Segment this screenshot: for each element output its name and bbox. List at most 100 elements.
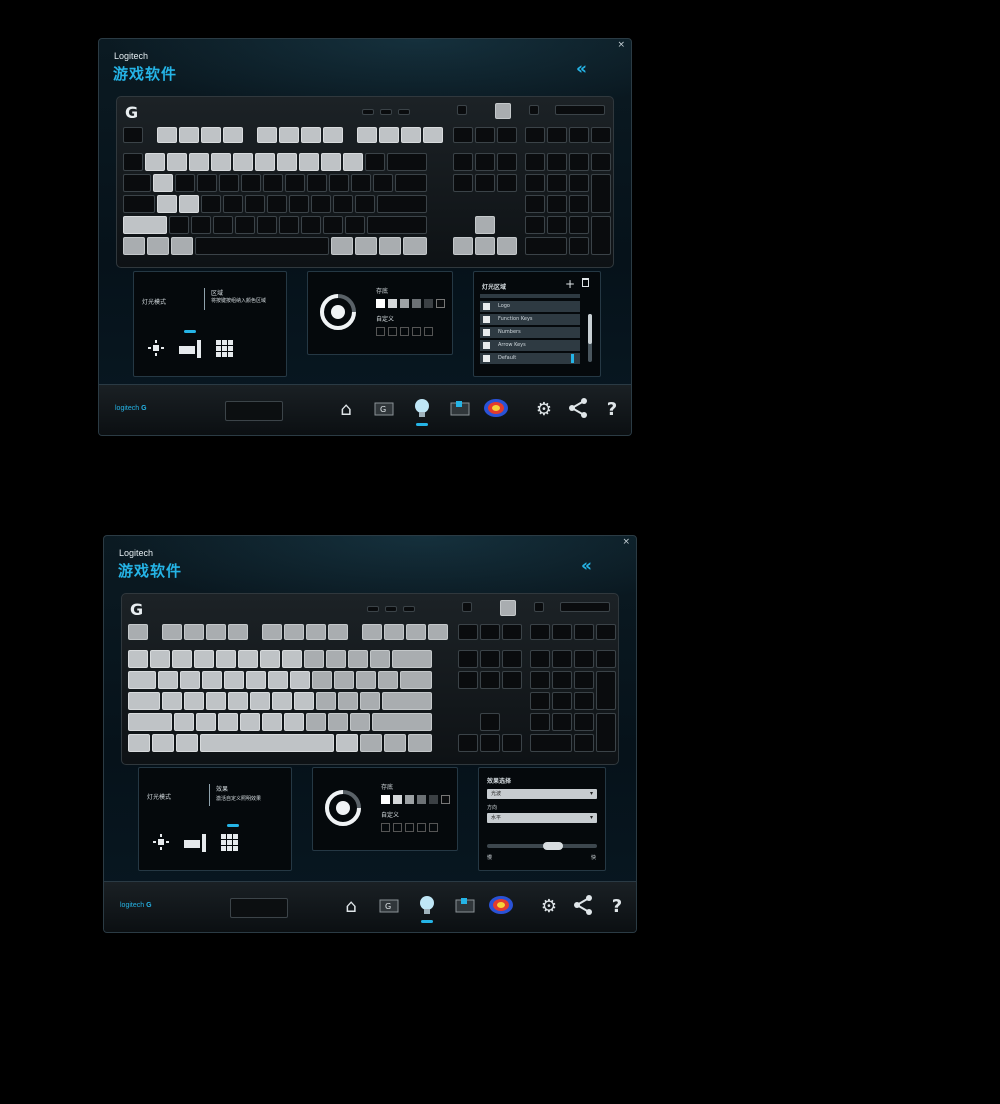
keyboard-key[interactable] <box>379 237 401 255</box>
help-icon[interactable]: ? <box>599 397 625 423</box>
keyboard-key[interactable] <box>569 127 589 143</box>
keyboard-key[interactable] <box>250 692 270 710</box>
color-swatch[interactable] <box>412 299 421 308</box>
keyboard-key[interactable] <box>157 195 177 213</box>
keyboard-key[interactable] <box>574 713 594 731</box>
keyboard-key[interactable] <box>591 174 611 213</box>
keyboard-key[interactable] <box>367 606 379 612</box>
keyboard-key[interactable] <box>184 692 204 710</box>
keyboard-key[interactable] <box>591 216 611 255</box>
keyboard-key[interactable] <box>356 671 376 689</box>
zone-item-arrow-keys[interactable]: Arrow Keys <box>480 340 580 351</box>
keyboard-key[interactable] <box>497 174 517 192</box>
keyboard-key[interactable] <box>307 174 327 192</box>
collapse-button[interactable]: « <box>576 59 587 79</box>
keyboard-key[interactable] <box>360 692 380 710</box>
keyboard-key[interactable] <box>216 650 236 668</box>
keyboard-key[interactable] <box>458 671 478 689</box>
keyboard-key[interactable] <box>257 127 277 143</box>
keyboard-key[interactable] <box>462 602 472 612</box>
keyboard-key[interactable] <box>162 624 182 640</box>
keyboard-key[interactable] <box>552 624 572 640</box>
keyboard-key[interactable] <box>403 237 427 255</box>
keyboard-key[interactable] <box>423 127 443 143</box>
keyboard-key[interactable] <box>255 153 275 171</box>
keyboard-key[interactable] <box>360 734 382 752</box>
keyboard-key[interactable] <box>385 606 397 612</box>
keyboard-key[interactable] <box>552 692 572 710</box>
keyboard-key[interactable] <box>547 127 567 143</box>
keyboard-key[interactable] <box>152 734 174 752</box>
keyboard-key[interactable] <box>525 216 545 234</box>
custom-swatch[interactable] <box>429 823 438 832</box>
g-key-icon[interactable]: G <box>376 894 402 920</box>
keyboard-key[interactable] <box>277 153 297 171</box>
keyboard-key[interactable] <box>406 624 426 640</box>
lighting-bulb-icon[interactable] <box>414 894 440 923</box>
keyboard-key[interactable] <box>525 195 545 213</box>
keyboard-key[interactable] <box>591 153 611 171</box>
keyboard-key[interactable] <box>458 734 478 752</box>
keyboard-key[interactable] <box>284 713 304 731</box>
keyboard-key[interactable] <box>525 237 567 255</box>
keyboard-key[interactable] <box>357 127 377 143</box>
keyboard-key[interactable] <box>306 713 326 731</box>
keyboard-key[interactable] <box>223 195 243 213</box>
keyboard-key[interactable] <box>569 216 589 234</box>
keyboard-key[interactable] <box>355 195 375 213</box>
zone-item-default[interactable]: Default <box>480 353 580 364</box>
keyboard-key[interactable] <box>547 153 567 171</box>
keyboard-key[interactable] <box>299 153 319 171</box>
keyboard-key[interactable] <box>180 671 200 689</box>
keyboard-key[interactable] <box>301 216 321 234</box>
keyboard-key[interactable] <box>235 216 255 234</box>
all-keys-light-icon[interactable] <box>148 340 164 356</box>
keyboard-key[interactable] <box>560 602 610 612</box>
keyboard-key[interactable] <box>596 624 616 640</box>
zone-item-numbers[interactable]: Numbers <box>480 327 580 338</box>
brightness-dial[interactable] <box>318 292 358 332</box>
keyboard-key[interactable] <box>387 153 427 171</box>
keyboard-key[interactable] <box>547 174 567 192</box>
color-swatch[interactable] <box>429 795 438 804</box>
keyboard-key[interactable] <box>403 606 415 612</box>
collapse-button[interactable]: « <box>581 556 592 576</box>
keyboard-key[interactable] <box>338 692 358 710</box>
keyboard-key[interactable] <box>123 195 155 213</box>
zone-light-icon[interactable] <box>184 834 210 852</box>
keyboard-key[interactable] <box>355 237 377 255</box>
keyboard-key[interactable] <box>145 153 165 171</box>
custom-swatch[interactable] <box>417 823 426 832</box>
keyboard-key[interactable] <box>196 713 216 731</box>
keyboard-key[interactable] <box>384 624 404 640</box>
grid-light-icon[interactable] <box>216 340 234 358</box>
keyboard-key[interactable] <box>194 650 214 668</box>
color-swatch[interactable] <box>441 795 450 804</box>
effect-select[interactable]: 光波 ▾ <box>487 789 597 799</box>
keyboard-key[interactable] <box>328 624 348 640</box>
keyboard-key[interactable] <box>147 237 169 255</box>
keyboard-key-icon[interactable] <box>452 894 478 920</box>
zone-item-logo[interactable]: Logo <box>480 301 580 312</box>
keyboard-key[interactable] <box>377 195 427 213</box>
keyboard-key[interactable] <box>201 127 221 143</box>
keyboard-key[interactable] <box>157 127 177 143</box>
keyboard-key[interactable] <box>128 692 160 710</box>
settings-gear-icon[interactable]: ⚙ <box>536 894 562 920</box>
keyboard-key[interactable] <box>384 734 406 752</box>
keyboard-key[interactable] <box>525 174 545 192</box>
keyboard-key[interactable] <box>128 713 172 731</box>
keyboard-key[interactable] <box>480 734 500 752</box>
keyboard-key[interactable] <box>530 734 572 752</box>
heatmap-icon[interactable] <box>488 894 514 920</box>
keyboard-key[interactable] <box>184 624 204 640</box>
keyboard-key[interactable] <box>530 624 550 640</box>
keyboard-key[interactable] <box>218 713 238 731</box>
keyboard-key[interactable] <box>480 713 500 731</box>
keyboard-key[interactable] <box>502 734 522 752</box>
keyboard-key[interactable] <box>534 602 544 612</box>
keyboard-key[interactable] <box>171 237 193 255</box>
zone-light-icon[interactable] <box>179 340 205 358</box>
keyboard-key[interactable] <box>174 713 194 731</box>
keyboard-key[interactable] <box>453 127 473 143</box>
